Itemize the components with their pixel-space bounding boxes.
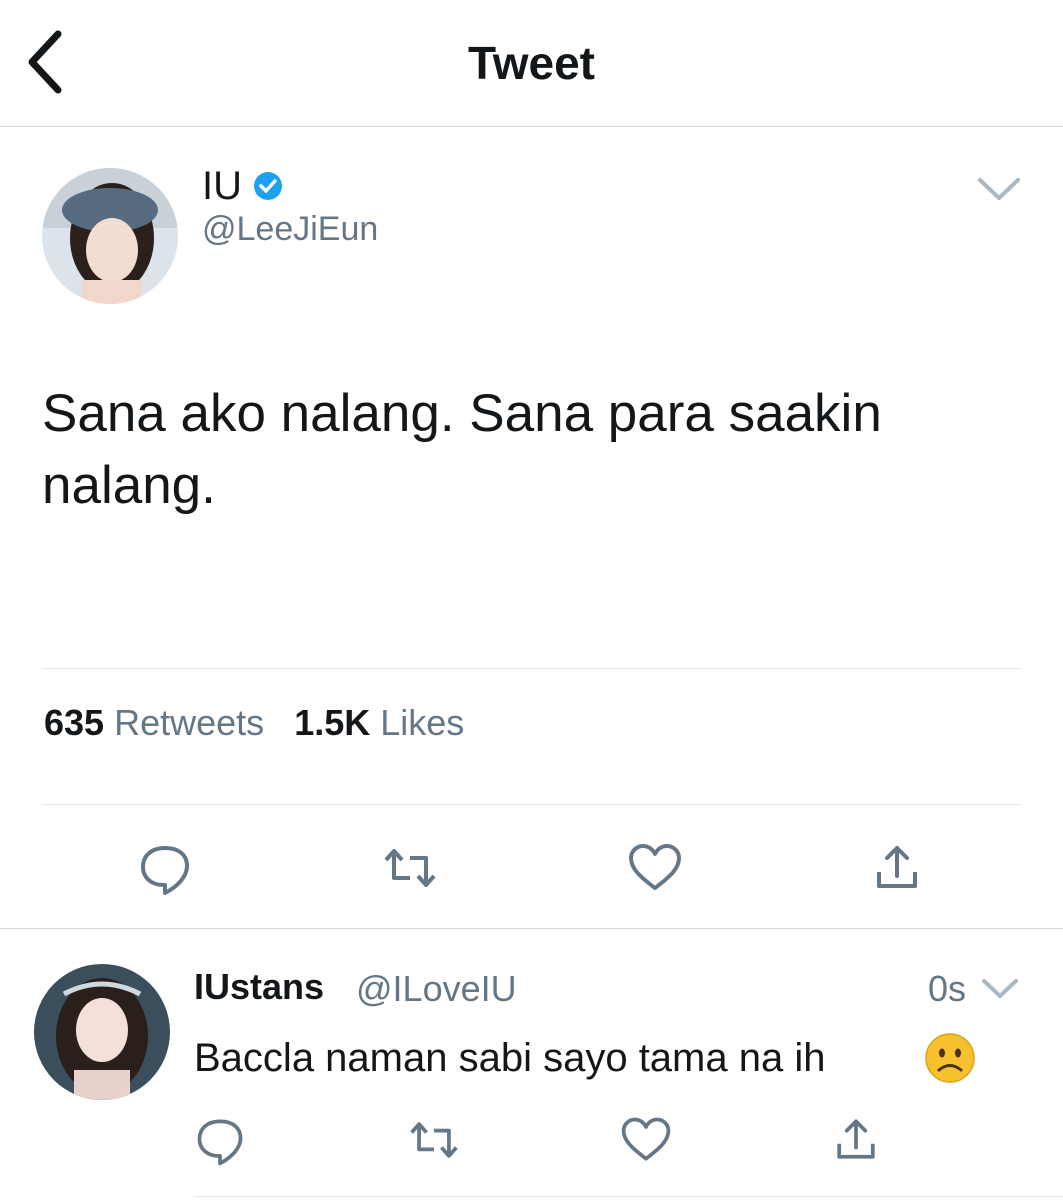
- like-label[interactable]: Likes: [380, 702, 464, 743]
- reply-avatar[interactable]: [34, 964, 170, 1100]
- divider: [42, 804, 1020, 805]
- reply-author-handle[interactable]: @ILoveIU: [356, 968, 517, 1010]
- retweet-icon[interactable]: [380, 838, 440, 898]
- retweet-count[interactable]: 635: [44, 702, 104, 743]
- reply-text: Baccla naman sabi sayo tama na ih: [194, 1036, 826, 1080]
- reply-icon[interactable]: [135, 838, 195, 898]
- divider: [194, 1196, 1063, 1197]
- tweet-stats: 635 Retweets 1.5K Likes: [44, 702, 464, 744]
- like-icon[interactable]: [625, 838, 685, 898]
- reply-timestamp: 0s: [928, 968, 967, 1009]
- author-name[interactable]: IU: [202, 164, 242, 209]
- reply-chevron-down-icon[interactable]: [980, 976, 1020, 1002]
- divider: [42, 668, 1020, 669]
- frowning-face-emoji: [924, 1032, 976, 1084]
- verified-badge-icon: [252, 170, 284, 202]
- tweet-text: Sana ako nalang. Sana para saakin nalang…: [42, 384, 882, 515]
- page-title: Tweet: [468, 37, 595, 89]
- share-icon[interactable]: [867, 838, 927, 898]
- author-handle[interactable]: @LeeJiEun: [202, 210, 378, 249]
- reply-retweet-icon[interactable]: [406, 1112, 462, 1168]
- reply-like-icon[interactable]: [618, 1112, 674, 1168]
- top-bar: Tweet: [0, 0, 1063, 127]
- chevron-down-icon[interactable]: [976, 174, 1022, 204]
- reply-share-icon[interactable]: [828, 1112, 884, 1168]
- retweet-label[interactable]: Retweets: [114, 702, 264, 743]
- like-count[interactable]: 1.5K: [294, 702, 370, 743]
- reply-author-name[interactable]: IUstans: [194, 966, 324, 1008]
- divider: [0, 928, 1063, 929]
- reply-reply-icon[interactable]: [192, 1112, 248, 1168]
- avatar[interactable]: [42, 168, 178, 304]
